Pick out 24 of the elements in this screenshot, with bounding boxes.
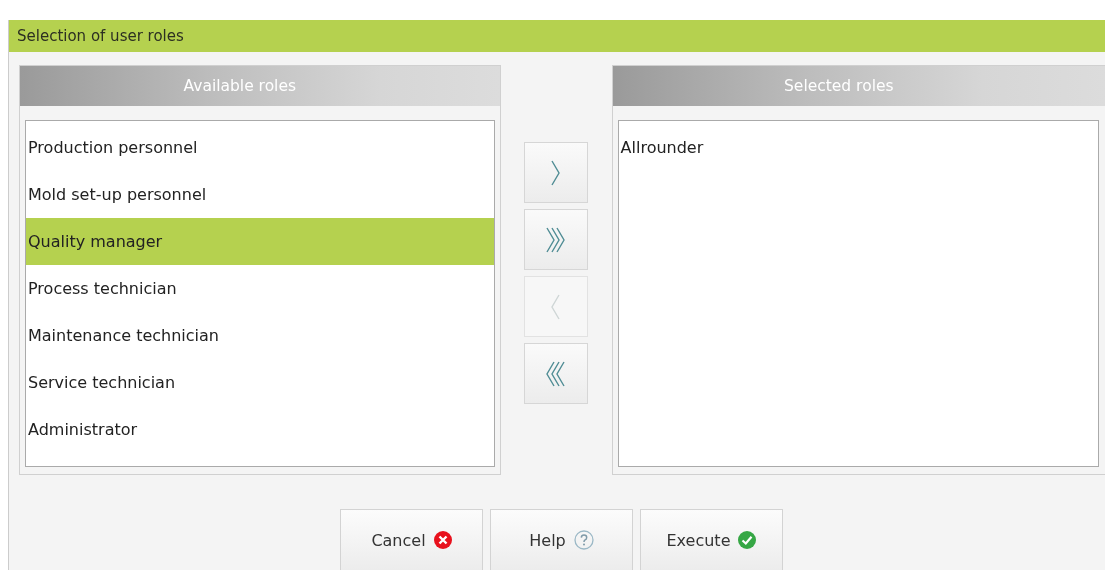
execute-button[interactable]: Execute xyxy=(640,509,783,570)
help-icon xyxy=(573,530,594,550)
chevron-icon xyxy=(551,292,561,321)
chevron-icon xyxy=(551,158,561,187)
move-right-button[interactable] xyxy=(523,142,588,203)
panel-header: Available roles xyxy=(20,66,500,106)
list-item[interactable]: Production personnel xyxy=(26,124,494,171)
list-item[interactable]: Mold set-up personnel xyxy=(26,171,494,218)
chevron-icon xyxy=(546,359,566,388)
list-item[interactable]: Maintenance technician xyxy=(26,312,494,359)
panel-header: Selected roles xyxy=(612,66,1105,106)
move-left-button[interactable] xyxy=(523,343,588,404)
move-right-button[interactable] xyxy=(523,209,588,270)
check-icon xyxy=(738,531,757,549)
help-button[interactable]: Help xyxy=(490,509,633,570)
chevron-icon xyxy=(546,225,566,254)
close-icon xyxy=(433,531,452,549)
cancel-button[interactable]: Cancel xyxy=(340,509,483,570)
list-item[interactable]: Administrator xyxy=(26,406,494,453)
list-item[interactable]: Process technician xyxy=(26,265,494,312)
list-item[interactable]: Allrounder xyxy=(618,124,1098,171)
list-item[interactable]: Quality manager xyxy=(26,218,494,265)
window-title: Selection of user roles xyxy=(17,27,184,45)
list-item[interactable]: Service technician xyxy=(26,359,494,406)
